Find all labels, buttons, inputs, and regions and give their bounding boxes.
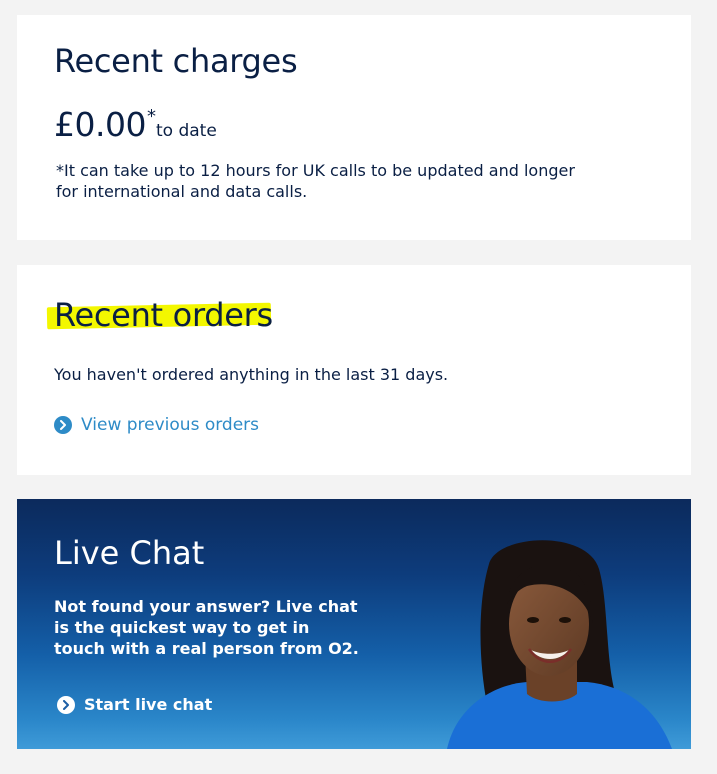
- start-live-chat-label: Start live chat: [84, 695, 213, 714]
- chevron-right-circle-icon: [57, 695, 75, 714]
- live-chat-title: Live Chat: [54, 534, 205, 572]
- recent-charges-card: Recent charges £0.00*to date *It can tak…: [17, 15, 691, 240]
- charges-amount-row: £0.00*to date: [54, 105, 217, 144]
- start-live-chat-link[interactable]: Start live chat: [57, 695, 212, 714]
- recent-orders-card: Recent orders You haven't ordered anythi…: [17, 265, 691, 475]
- charges-to-date-label: to date: [155, 121, 217, 141]
- chevron-right-circle-icon: [54, 416, 72, 434]
- charges-amount: £0.00: [54, 105, 146, 144]
- recent-charges-title: Recent charges: [54, 42, 298, 80]
- recent-orders-title: Recent orders: [54, 296, 273, 334]
- view-previous-orders-label: View previous orders: [81, 415, 260, 435]
- view-previous-orders-link[interactable]: View previous orders: [54, 415, 259, 435]
- recent-orders-message: You haven't ordered anything in the last…: [54, 365, 449, 384]
- charges-footnote: *It can take up to 12 hours for UK calls…: [56, 161, 575, 201]
- live-chat-description: Not found your answer? Live chat is the …: [54, 597, 359, 658]
- support-agent-photo: [447, 540, 672, 749]
- charges-asterisk: *: [146, 106, 156, 127]
- live-chat-banner: Live Chat Not found your answer? Live ch…: [17, 499, 691, 749]
